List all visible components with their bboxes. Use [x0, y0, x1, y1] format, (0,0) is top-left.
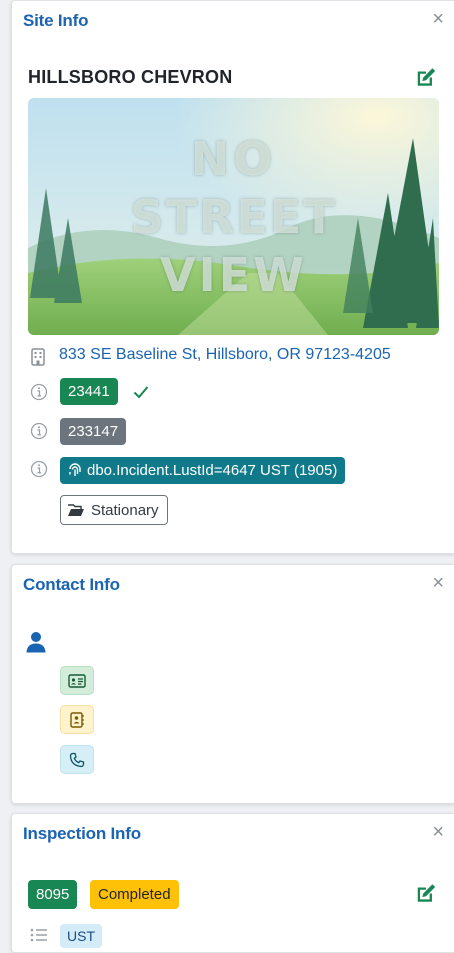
list-icon [30, 928, 47, 942]
site-info-card: Site Info × HILLSBORO CHEVRON NO STREET … [11, 0, 454, 554]
street-view-placeholder-image: NO STREET VIEW [28, 98, 439, 335]
inspection-info-title: Inspection Info [23, 824, 141, 843]
stationary-label: Stationary [91, 501, 159, 519]
check-icon [133, 386, 149, 399]
id-card-icon [68, 673, 86, 688]
inspection-info-card: Inspection Info × 8095 Completed UST [11, 813, 454, 953]
site-info-close-icon[interactable]: × [432, 9, 444, 29]
site-address-link[interactable]: 833 SE Baseline St, Hillsboro, OR 97123-… [59, 346, 391, 364]
site-edit-icon[interactable] [415, 66, 437, 88]
contact-book-icon [70, 711, 84, 728]
inspection-type-tag: UST [60, 924, 102, 948]
lust-incident-badge: dbo.Incident.LustId=4647 UST (1905) [60, 457, 346, 484]
street-view-line-1: NO [190, 132, 277, 186]
address-book-button[interactable] [60, 705, 94, 734]
phone-button[interactable] [60, 745, 94, 774]
inspection-info-header: Inspection Info × [12, 814, 454, 854]
inspection-info-close-icon[interactable]: × [432, 822, 444, 842]
secondary-id-badge: 233147 [60, 418, 127, 445]
site-info-title: Site Info [23, 11, 89, 30]
stationary-button[interactable]: Stationary [60, 495, 168, 525]
fingerprint-icon [69, 463, 81, 476]
site-info-header: Site Info × [12, 1, 454, 41]
contact-info-card: Contact Info × [11, 564, 454, 804]
street-view-line-3: VIEW [160, 248, 307, 302]
lust-incident-label: dbo.Incident.LustId=4647 UST (1905) [87, 462, 338, 479]
site-name: HILLSBORO CHEVRON [28, 67, 233, 87]
building-icon [31, 348, 45, 366]
folder-open-icon [68, 504, 84, 516]
contact-info-title: Contact Info [23, 575, 120, 594]
person-icon [26, 632, 46, 653]
info-icon [30, 383, 48, 401]
contact-info-header: Contact Info × [12, 565, 454, 605]
inspection-edit-icon[interactable] [415, 882, 437, 904]
phone-icon [69, 752, 85, 767]
site-id-badge: 23441 [60, 378, 118, 405]
street-view-line-2: STREET [130, 190, 337, 244]
info-icon [30, 460, 48, 478]
info-icon [30, 422, 48, 440]
contact-info-close-icon[interactable]: × [432, 573, 444, 593]
inspection-id-badge: 8095 [28, 880, 78, 909]
inspection-status-badge: Completed [90, 880, 179, 909]
id-card-button[interactable] [60, 666, 94, 695]
